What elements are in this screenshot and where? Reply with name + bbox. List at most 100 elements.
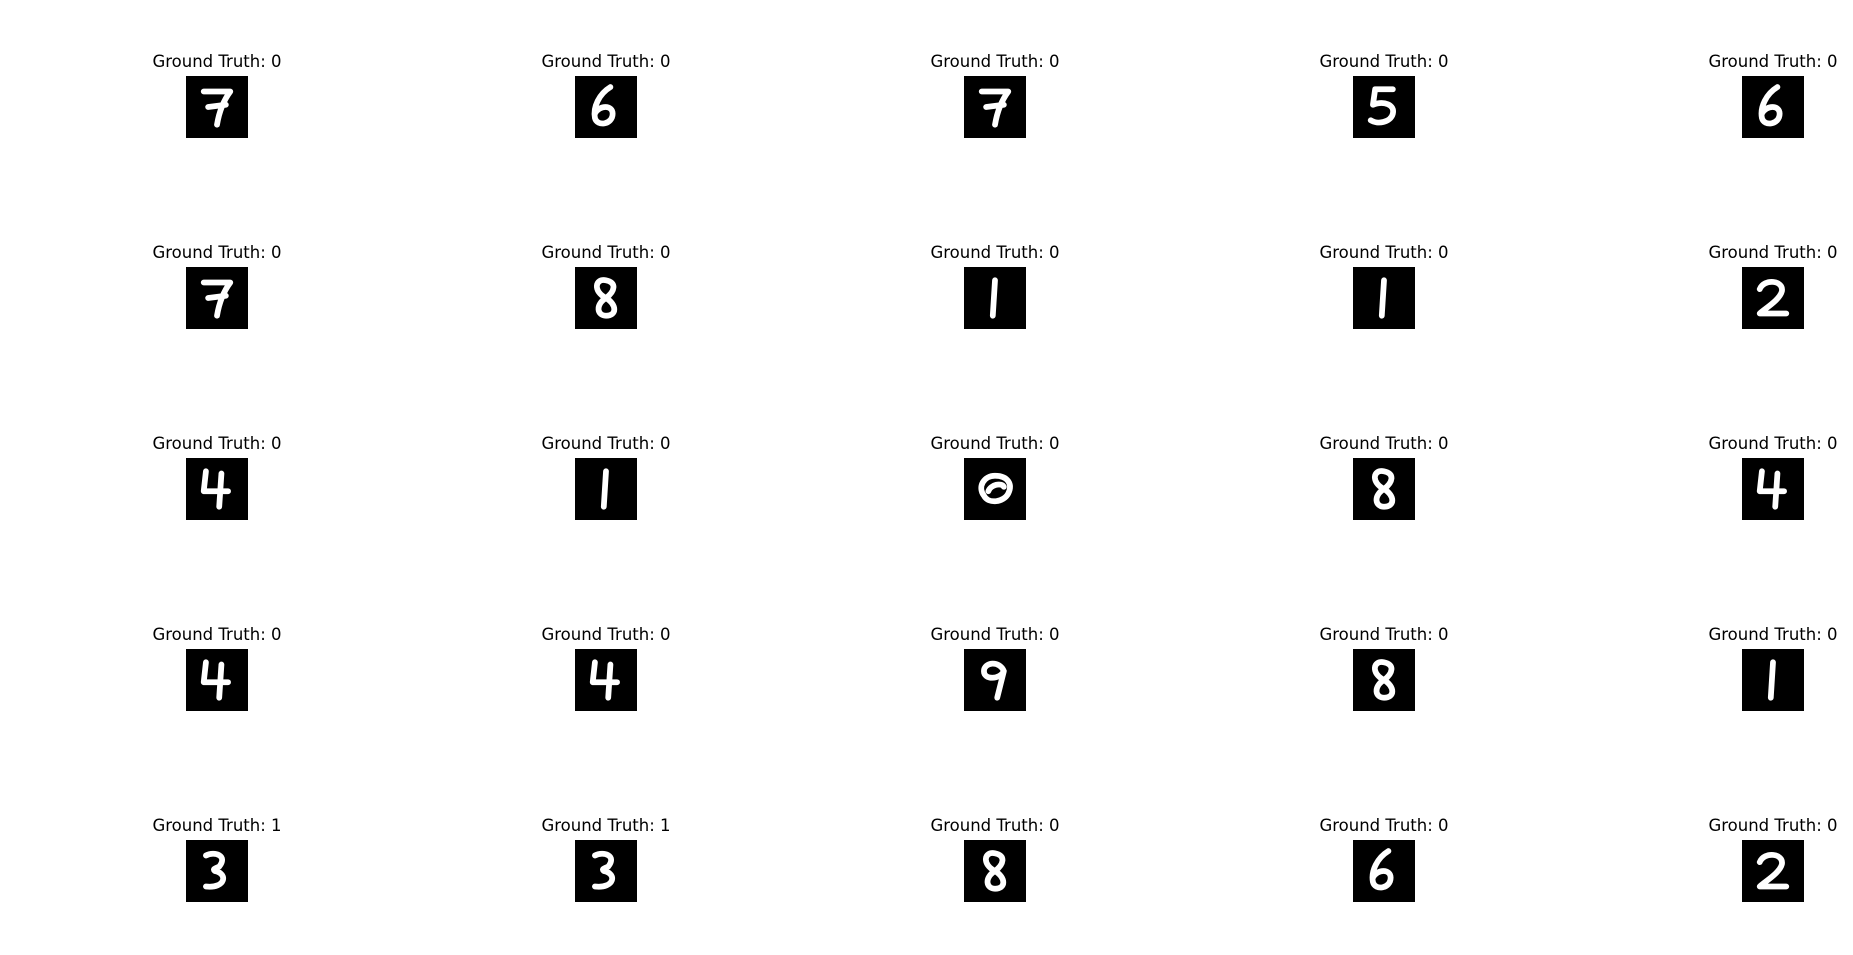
- digit-stroke: [591, 84, 616, 127]
- digit-stroke: [983, 850, 1007, 892]
- handwritten-digit-drawing: [1758, 84, 1783, 127]
- digit-2-image: [1742, 840, 1804, 902]
- ground-truth-label: Ground Truth: 0: [1319, 625, 1449, 644]
- digit-stroke: [985, 481, 1007, 495]
- handwritten-digit-drawing: [589, 659, 620, 701]
- ground-truth-label: Ground Truth: 0: [1319, 434, 1449, 453]
- digit-cell: Ground Truth: 0: [1284, 52, 1484, 138]
- digit-cell: Ground Truth: 0: [117, 625, 317, 711]
- digit-stroke: [605, 661, 614, 701]
- digit-1-image: [1742, 649, 1804, 711]
- digit-cell: Ground Truth: 0: [1673, 816, 1853, 902]
- digit-stroke: [989, 277, 998, 319]
- digit-cell: Ground Truth: 0: [117, 434, 317, 520]
- digit-stroke: [200, 659, 231, 686]
- handwritten-digit-drawing: [592, 850, 615, 890]
- handwritten-digit-drawing: [981, 660, 1007, 701]
- digit-4-image: [186, 458, 248, 520]
- digit-stroke: [592, 850, 615, 890]
- digit-cell: Ground Truth: 0: [895, 625, 1095, 711]
- digit-stroke: [205, 101, 229, 110]
- handwritten-digit-drawing: [1756, 468, 1787, 510]
- digit-8-image: [964, 840, 1026, 902]
- handwritten-digit-drawing: [978, 472, 1013, 505]
- handwritten-digit-drawing: [989, 277, 998, 319]
- handwritten-digit-drawing: [1767, 659, 1776, 701]
- ground-truth-label: Ground Truth: 1: [152, 816, 282, 835]
- digit-cell: Ground Truth: 0: [1284, 243, 1484, 329]
- digit-stroke: [981, 660, 1007, 701]
- ground-truth-label: Ground Truth: 0: [1708, 816, 1838, 835]
- digit-stroke: [1367, 86, 1396, 126]
- digit-stroke: [1756, 468, 1787, 495]
- digit-cell: Ground Truth: 0: [895, 434, 1095, 520]
- digit-1-image: [1353, 267, 1415, 329]
- ground-truth-label: Ground Truth: 1: [541, 816, 671, 835]
- handwritten-digit-drawing: [1372, 468, 1396, 510]
- handwritten-digit-drawing: [1372, 659, 1396, 701]
- ground-truth-label: Ground Truth: 0: [152, 52, 282, 71]
- handwritten-digit-drawing: [591, 84, 616, 127]
- ground-truth-label: Ground Truth: 0: [541, 625, 671, 644]
- digit-stroke: [1369, 848, 1394, 891]
- handwritten-digit-drawing: [600, 468, 609, 510]
- digit-stroke: [1758, 84, 1783, 127]
- digit-5-image: [1353, 76, 1415, 138]
- digit-stroke: [594, 277, 618, 319]
- digit-cell: Ground Truth: 0: [895, 816, 1095, 902]
- digit-cell: Ground Truth: 1: [117, 816, 317, 902]
- digit-stroke: [200, 468, 231, 495]
- digit-cell: Ground Truth: 0: [1673, 243, 1853, 329]
- digit-stroke: [1756, 852, 1790, 890]
- handwritten-digit-drawing: [200, 659, 231, 701]
- digit-stroke: [205, 292, 229, 301]
- handwritten-digit-drawing: [978, 88, 1012, 128]
- digit-cell: Ground Truth: 0: [506, 243, 706, 329]
- digit-6-image: [1742, 76, 1804, 138]
- handwritten-digit-drawing: [203, 850, 226, 890]
- ground-truth-label: Ground Truth: 0: [930, 625, 1060, 644]
- digit-cell: Ground Truth: 0: [1673, 434, 1853, 520]
- digit-stroke: [600, 468, 609, 510]
- digit-cell: Ground Truth: 0: [506, 625, 706, 711]
- digit-4-image: [186, 649, 248, 711]
- digit-4-image: [1742, 458, 1804, 520]
- digit-cell: Ground Truth: 0: [1284, 625, 1484, 711]
- ground-truth-label: Ground Truth: 0: [1319, 816, 1449, 835]
- digit-stroke: [1372, 659, 1396, 701]
- digit-2-image: [1742, 267, 1804, 329]
- handwritten-digit-drawing: [1378, 277, 1387, 319]
- digit-grid-figure: Ground Truth: 0 Ground Truth: 0 Ground Tru…: [0, 0, 1853, 955]
- digit-cell: Ground Truth: 0: [1673, 625, 1853, 711]
- digit-stroke: [216, 470, 225, 510]
- ground-truth-label: Ground Truth: 0: [930, 52, 1060, 71]
- digit-6-image: [1353, 840, 1415, 902]
- handwritten-digit-drawing: [983, 850, 1007, 892]
- handwritten-digit-drawing: [594, 277, 618, 319]
- digit-7-image: [186, 267, 248, 329]
- digit-cell: Ground Truth: 0: [895, 52, 1095, 138]
- digit-cell: Ground Truth: 0: [1673, 52, 1853, 138]
- ground-truth-label: Ground Truth: 0: [930, 816, 1060, 835]
- digit-3-image: [186, 840, 248, 902]
- ground-truth-label: Ground Truth: 0: [152, 434, 282, 453]
- ground-truth-label: Ground Truth: 0: [541, 243, 671, 262]
- handwritten-digit-drawing: [1369, 848, 1394, 891]
- handwritten-digit-drawing: [1756, 279, 1790, 317]
- digit-3-image: [575, 840, 637, 902]
- digit-stroke: [1767, 659, 1776, 701]
- handwritten-digit-drawing: [200, 468, 231, 510]
- digit-stroke: [983, 101, 1007, 110]
- digit-0-image: [964, 458, 1026, 520]
- ground-truth-label: Ground Truth: 0: [152, 243, 282, 262]
- digit-6-image: [575, 76, 637, 138]
- ground-truth-label: Ground Truth: 0: [541, 52, 671, 71]
- ground-truth-label: Ground Truth: 0: [1708, 52, 1838, 71]
- digit-4-image: [575, 649, 637, 711]
- ground-truth-label: Ground Truth: 0: [541, 434, 671, 453]
- digit-stroke: [1372, 468, 1396, 510]
- digit-stroke: [589, 659, 620, 686]
- digit-7-image: [186, 76, 248, 138]
- ground-truth-label: Ground Truth: 0: [1708, 625, 1838, 644]
- ground-truth-label: Ground Truth: 0: [930, 434, 1060, 453]
